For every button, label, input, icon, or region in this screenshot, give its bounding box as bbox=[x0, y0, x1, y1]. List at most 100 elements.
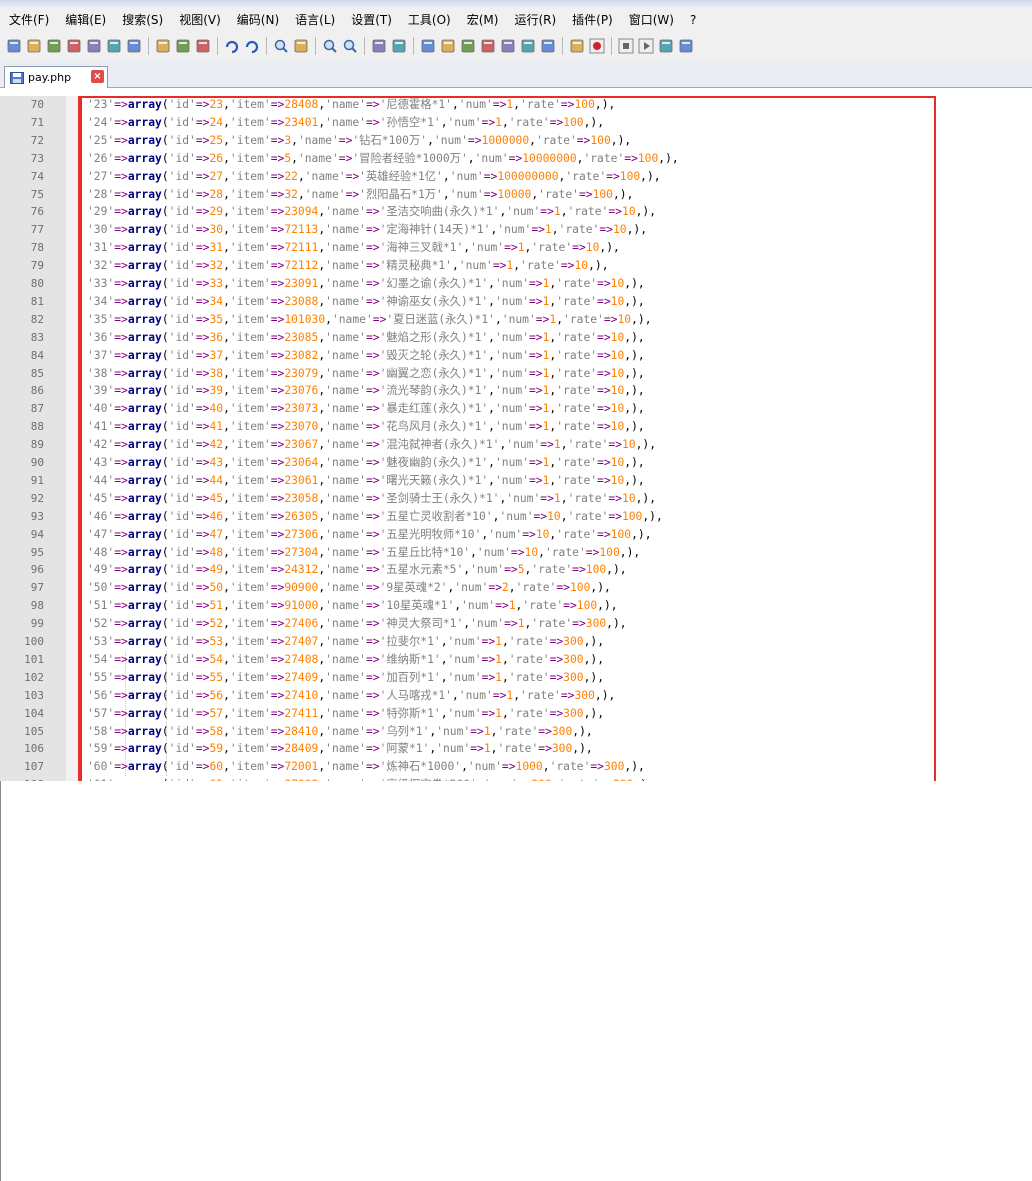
sync-vertical-icon[interactable] bbox=[371, 38, 387, 54]
code-text[interactable]: '36'=>array('id'=>36,'item'=>23085,'name… bbox=[87, 329, 645, 347]
code-text[interactable]: '32'=>array('id'=>32,'item'=>72112,'name… bbox=[87, 257, 609, 275]
code-text[interactable]: '39'=>array('id'=>39,'item'=>23076,'name… bbox=[87, 382, 645, 400]
code-text[interactable]: '26'=>array('id'=>26,'item'=>5,'name'=>'… bbox=[87, 150, 679, 168]
replace-icon[interactable] bbox=[293, 38, 309, 54]
code-line[interactable]: 82 '35'=>array('id'=>35,'item'=>101030,'n… bbox=[0, 311, 1032, 329]
code-text[interactable]: '59'=>array('id'=>59,'item'=>28409,'name… bbox=[87, 740, 593, 758]
sync-horizontal-icon[interactable] bbox=[391, 38, 407, 54]
save-macro-icon[interactable] bbox=[678, 38, 694, 54]
code-text[interactable]: '30'=>array('id'=>30,'item'=>72113,'name… bbox=[87, 221, 647, 239]
play-macro-icon[interactable] bbox=[638, 38, 654, 54]
code-line[interactable]: 85 '38'=>array('id'=>38,'item'=>23079,'na… bbox=[0, 365, 1032, 383]
menu-item-4[interactable]: 编码(N) bbox=[228, 11, 286, 28]
code-text[interactable]: '55'=>array('id'=>55,'item'=>27409,'name… bbox=[87, 669, 604, 687]
code-text[interactable]: '51'=>array('id'=>51,'item'=>91000,'name… bbox=[87, 597, 618, 615]
tab-close-icon[interactable]: × bbox=[91, 70, 104, 83]
code-line[interactable]: 100 '53'=>array('id'=>53,'item'=>27407,'n… bbox=[0, 633, 1032, 651]
menu-item-5[interactable]: 语言(L) bbox=[286, 11, 342, 28]
folder-icon[interactable] bbox=[540, 38, 556, 54]
code-line[interactable]: 80 '33'=>array('id'=>33,'item'=>23091,'na… bbox=[0, 275, 1032, 293]
code-text[interactable]: '46'=>array('id'=>46,'item'=>26305,'name… bbox=[87, 508, 663, 526]
code-editor[interactable]: 70 '23'=>array('id'=>23,'item'=>28408,'na… bbox=[0, 96, 1032, 1042]
code-text[interactable]: '49'=>array('id'=>49,'item'=>24312,'name… bbox=[87, 561, 627, 579]
code-line[interactable]: 91 '44'=>array('id'=>44,'item'=>23061,'na… bbox=[0, 472, 1032, 490]
close-all-icon[interactable] bbox=[106, 38, 122, 54]
user-lang-icon[interactable] bbox=[480, 38, 496, 54]
code-text[interactable]: '42'=>array('id'=>42,'item'=>23067,'name… bbox=[87, 436, 656, 454]
code-text[interactable]: '24'=>array('id'=>24,'item'=>23401,'name… bbox=[87, 114, 604, 132]
code-line[interactable]: 89 '42'=>array('id'=>42,'item'=>23067,'na… bbox=[0, 436, 1032, 454]
menu-item-2[interactable]: 搜索(S) bbox=[113, 11, 170, 28]
code-line[interactable]: 77 '30'=>array('id'=>30,'item'=>72113,'na… bbox=[0, 221, 1032, 239]
menu-item-12[interactable]: ? bbox=[681, 13, 703, 27]
zoom-out-icon[interactable] bbox=[342, 38, 358, 54]
code-line[interactable]: 72 '25'=>array('id'=>25,'item'=>3,'name'=… bbox=[0, 132, 1032, 150]
code-text[interactable]: '56'=>array('id'=>56,'item'=>27410,'name… bbox=[87, 687, 615, 705]
code-line[interactable]: 78 '31'=>array('id'=>31,'item'=>72111,'na… bbox=[0, 239, 1032, 257]
menu-item-0[interactable]: 文件(F) bbox=[0, 11, 56, 28]
code-line[interactable]: 86 '39'=>array('id'=>39,'item'=>23076,'na… bbox=[0, 382, 1032, 400]
redo-icon[interactable] bbox=[244, 38, 260, 54]
code-text[interactable]: '34'=>array('id'=>34,'item'=>23088,'name… bbox=[87, 293, 645, 311]
code-line[interactable]: 88 '41'=>array('id'=>41,'item'=>23070,'na… bbox=[0, 418, 1032, 436]
open-file-icon[interactable] bbox=[26, 38, 42, 54]
code-text[interactable]: '58'=>array('id'=>58,'item'=>28410,'name… bbox=[87, 723, 593, 741]
menu-item-6[interactable]: 设置(T) bbox=[342, 11, 399, 28]
code-text[interactable]: '28'=>array('id'=>28,'item'=>32,'name'=>… bbox=[87, 186, 633, 204]
code-text[interactable]: '23'=>array('id'=>23,'item'=>28408,'name… bbox=[87, 96, 615, 114]
code-text[interactable]: '43'=>array('id'=>43,'item'=>23064,'name… bbox=[87, 454, 645, 472]
code-text[interactable]: '25'=>array('id'=>25,'item'=>3,'name'=>'… bbox=[87, 132, 631, 150]
code-line[interactable]: 95 '48'=>array('id'=>48,'item'=>27304,'na… bbox=[0, 544, 1032, 562]
monitor-icon[interactable] bbox=[569, 38, 585, 54]
paste-icon[interactable] bbox=[195, 38, 211, 54]
stop-record-icon[interactable] bbox=[618, 38, 634, 54]
save-icon[interactable] bbox=[46, 38, 62, 54]
close-icon[interactable] bbox=[86, 38, 102, 54]
code-line[interactable]: 94 '47'=>array('id'=>47,'item'=>27306,'na… bbox=[0, 526, 1032, 544]
code-text[interactable]: '38'=>array('id'=>38,'item'=>23079,'name… bbox=[87, 365, 645, 383]
code-text[interactable]: '45'=>array('id'=>45,'item'=>23058,'name… bbox=[87, 490, 656, 508]
code-line[interactable]: 103 '56'=>array('id'=>56,'item'=>27410,'n… bbox=[0, 687, 1032, 705]
code-text[interactable]: '33'=>array('id'=>33,'item'=>23091,'name… bbox=[87, 275, 645, 293]
code-line[interactable]: 84 '37'=>array('id'=>37,'item'=>23082,'na… bbox=[0, 347, 1032, 365]
cut-icon[interactable] bbox=[155, 38, 171, 54]
code-text[interactable]: '57'=>array('id'=>57,'item'=>27411,'name… bbox=[87, 705, 604, 723]
code-text[interactable]: '40'=>array('id'=>40,'item'=>23073,'name… bbox=[87, 400, 645, 418]
code-text[interactable]: '60'=>array('id'=>60,'item'=>72001,'name… bbox=[87, 758, 645, 776]
code-line[interactable]: 107 '60'=>array('id'=>60,'item'=>72001,'n… bbox=[0, 758, 1032, 776]
code-text[interactable]: '48'=>array('id'=>48,'item'=>27304,'name… bbox=[87, 544, 640, 562]
code-line[interactable]: 98 '51'=>array('id'=>51,'item'=>91000,'na… bbox=[0, 597, 1032, 615]
code-text[interactable]: '47'=>array('id'=>47,'item'=>27306,'name… bbox=[87, 526, 652, 544]
new-file-icon[interactable] bbox=[6, 38, 22, 54]
code-text[interactable]: '54'=>array('id'=>54,'item'=>27408,'name… bbox=[87, 651, 604, 669]
doc-map-icon[interactable] bbox=[500, 38, 516, 54]
code-line[interactable]: 74 '27'=>array('id'=>27,'item'=>22,'name'… bbox=[0, 168, 1032, 186]
code-line[interactable]: 92 '45'=>array('id'=>45,'item'=>23058,'na… bbox=[0, 490, 1032, 508]
print-icon[interactable] bbox=[126, 38, 142, 54]
word-wrap-icon[interactable] bbox=[420, 38, 436, 54]
code-text[interactable]: '44'=>array('id'=>44,'item'=>23061,'name… bbox=[87, 472, 645, 490]
code-line[interactable]: 101 '54'=>array('id'=>54,'item'=>27408,'n… bbox=[0, 651, 1032, 669]
menu-item-3[interactable]: 视图(V) bbox=[170, 11, 228, 28]
code-line[interactable]: 99 '52'=>array('id'=>52,'item'=>27406,'na… bbox=[0, 615, 1032, 633]
code-line[interactable]: 96 '49'=>array('id'=>49,'item'=>24312,'na… bbox=[0, 561, 1032, 579]
zoom-in-icon[interactable] bbox=[322, 38, 338, 54]
code-line[interactable]: 105 '58'=>array('id'=>58,'item'=>28410,'n… bbox=[0, 723, 1032, 741]
undo-icon[interactable] bbox=[224, 38, 240, 54]
menu-item-9[interactable]: 运行(R) bbox=[505, 11, 563, 28]
code-text[interactable]: '41'=>array('id'=>41,'item'=>23070,'name… bbox=[87, 418, 645, 436]
code-text[interactable]: '50'=>array('id'=>50,'item'=>90900,'name… bbox=[87, 579, 611, 597]
code-line[interactable]: 71 '24'=>array('id'=>24,'item'=>23401,'na… bbox=[0, 114, 1032, 132]
run-macro-multiple-icon[interactable] bbox=[658, 38, 674, 54]
code-line[interactable]: 106 '59'=>array('id'=>59,'item'=>28409,'n… bbox=[0, 740, 1032, 758]
code-line[interactable]: 97 '50'=>array('id'=>50,'item'=>90900,'na… bbox=[0, 579, 1032, 597]
code-text[interactable]: '52'=>array('id'=>52,'item'=>27406,'name… bbox=[87, 615, 627, 633]
tab-pay-php[interactable]: pay.php × bbox=[4, 66, 108, 88]
code-line[interactable]: 83 '36'=>array('id'=>36,'item'=>23085,'na… bbox=[0, 329, 1032, 347]
code-line[interactable]: 87 '40'=>array('id'=>40,'item'=>23073,'na… bbox=[0, 400, 1032, 418]
code-text[interactable]: '53'=>array('id'=>53,'item'=>27407,'name… bbox=[87, 633, 604, 651]
code-line[interactable]: 93 '46'=>array('id'=>46,'item'=>26305,'na… bbox=[0, 508, 1032, 526]
code-line[interactable]: 81 '34'=>array('id'=>34,'item'=>23088,'na… bbox=[0, 293, 1032, 311]
save-all-icon[interactable] bbox=[66, 38, 82, 54]
code-text[interactable]: '31'=>array('id'=>31,'item'=>72111,'name… bbox=[87, 239, 620, 257]
